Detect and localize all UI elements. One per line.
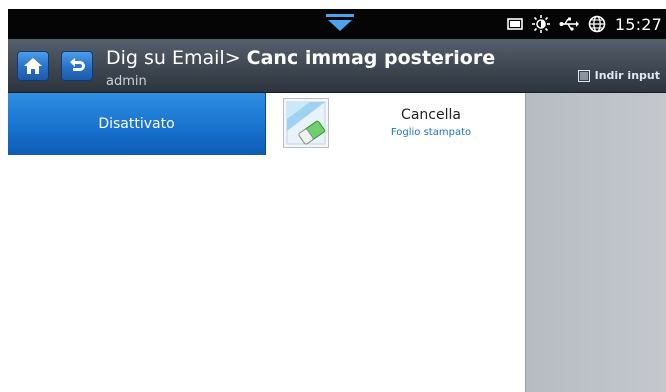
user-label: admin: [106, 74, 147, 89]
globe-icon: [588, 15, 606, 33]
option-erase-sublabel: Foglio stampato: [390, 127, 472, 138]
side-panel: [525, 93, 666, 392]
usb-icon: [559, 17, 579, 31]
input-button[interactable]: Indir input: [577, 69, 660, 82]
page-title: Dig su Email> Canc immag posteriore: [106, 47, 495, 69]
clock: 15:27: [614, 14, 662, 34]
status-icons: 15:27: [507, 9, 662, 39]
option-erase-label: Cancella: [401, 107, 461, 123]
page-title-text: Canc immag posteriore: [246, 47, 496, 69]
input-button-label: Indir input: [594, 69, 660, 82]
breadcrumb: Dig su Email>: [106, 47, 247, 69]
device-screen: 15:27 Dig su Email> Canc immag posterior…: [8, 9, 666, 392]
pull-down-tab-icon[interactable]: [326, 14, 354, 32]
content-area: Disattivato Cancella Foglio stampato: [8, 93, 525, 392]
status-bar: 15:27: [8, 9, 666, 39]
option-erase-button[interactable]: Cancella Foglio stampato: [266, 93, 525, 155]
option-off-label: Disattivato: [98, 116, 175, 132]
home-icon: [24, 58, 42, 74]
home-button[interactable]: [17, 51, 49, 81]
brightness-icon: [531, 15, 550, 33]
option-off-button[interactable]: Disattivato: [8, 93, 266, 155]
option-row: Disattivato Cancella Foglio stampato: [8, 93, 525, 155]
back-button[interactable]: [61, 51, 93, 81]
storage-icon: [507, 18, 523, 30]
eraser-icon: [283, 98, 329, 148]
title-bar: Dig su Email> Canc immag posteriore admi…: [8, 39, 666, 93]
back-icon: [70, 58, 85, 71]
keyboard-icon: [577, 69, 590, 82]
